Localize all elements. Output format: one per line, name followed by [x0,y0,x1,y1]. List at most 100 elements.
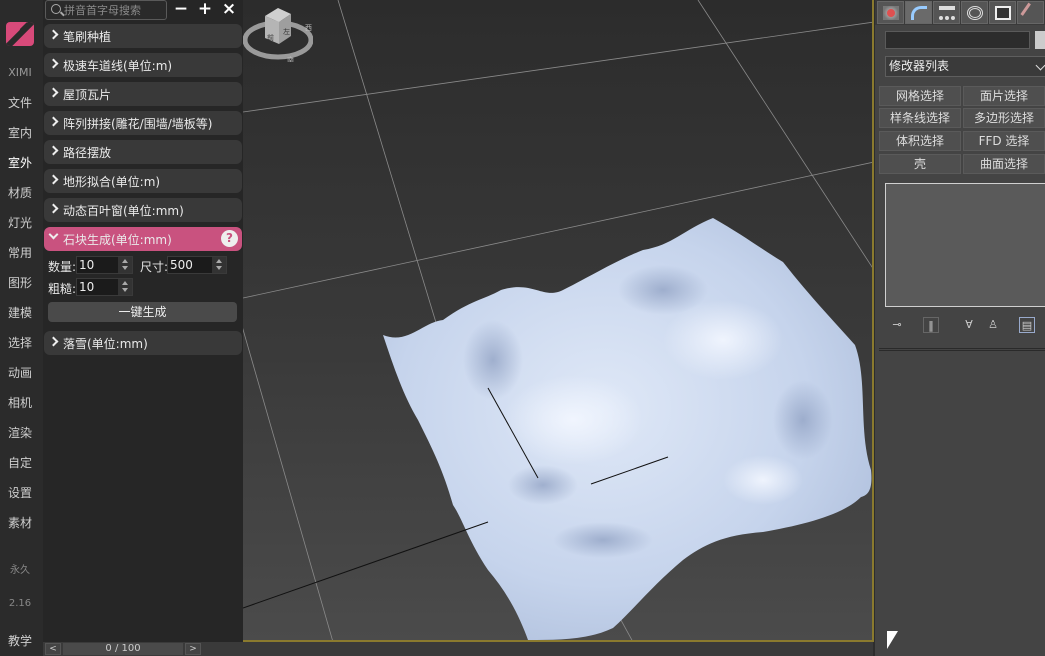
next-frame-button[interactable]: > [185,643,201,655]
stack-toolbar: ⊸ ‖ ∀ ♙ ▤ [885,315,1045,335]
viewcube-label-left[interactable]: 左 [283,27,290,36]
viewcube-label-west[interactable]: 西 [305,24,312,32]
category-dynamic-blinds[interactable]: 动态百叶窗(单位:mm) [44,198,242,222]
chevron-right-icon [48,203,59,214]
volume-select-button[interactable]: 体积选择 [879,131,961,151]
count-input[interactable] [79,258,119,272]
nav-list: 文件 室内 室外 材质 灯光 常用 图形 建模 选择 动画 相机 渲染 自定 设… [0,92,40,542]
chevron-right-icon [48,87,59,98]
nav-item-camera[interactable]: 相机 [0,392,40,422]
size-stepper[interactable] [167,256,227,274]
roughness-label: 粗糙: [48,282,77,296]
category-brush-planting[interactable]: 笔刷种植 [44,24,242,48]
viewcube[interactable]: 前 左 南 西 [243,0,313,62]
hierarchy-icon [939,6,955,20]
modifier-list-dropdown[interactable]: 修改器列表 [885,56,1045,77]
count-stepper[interactable] [76,256,133,274]
tab-modify[interactable] [905,1,932,24]
object-name-field[interactable] [885,31,1030,49]
category-terrain-fitting[interactable]: 地形拟合(单位:m) [44,169,242,193]
nav-item-light[interactable]: 灯光 [0,212,40,242]
shell-button[interactable]: 壳 [879,154,961,174]
plugin-panel: − + × 笔刷种植 极速车道线(单位:m) 屋顶瓦片 阵列拼接(雕花/围墙/墙… [43,0,243,642]
category-snowfall[interactable]: 落雪(单位:mm) [44,331,242,355]
surface-select-button[interactable]: 曲面选择 [963,154,1045,174]
stepper-arrows[interactable] [212,257,226,273]
stepper-arrows[interactable] [118,257,132,273]
search-input[interactable] [64,2,164,18]
show-end-result-icon[interactable]: ‖ [923,317,939,333]
left-nav: XIMI 文件 室内 室外 材质 灯光 常用 图形 建模 选择 动画 相机 渲染… [0,0,43,656]
app-window: XIMI 文件 室内 室外 材质 灯光 常用 图形 建模 选择 动画 相机 渲染… [0,0,1045,656]
category-array-tiling[interactable]: 阵列拼接(雕花/围墙/墙板等) [44,111,242,135]
nav-item-assets[interactable]: 素材 [0,512,40,542]
configure-sets-icon[interactable]: ▤ [1019,317,1035,333]
ffd-select-button[interactable]: FFD 选择 [963,131,1045,151]
pin-stack-icon[interactable]: ⊸ [889,317,905,333]
nav-item-render[interactable]: 渲染 [0,422,40,452]
nav-item-modeling[interactable]: 建模 [0,302,40,332]
viewcube-label-front[interactable]: 前 [267,33,274,42]
nav-item-tutorial[interactable]: 教学 [0,632,40,649]
poly-select-button[interactable]: 多边形选择 [963,108,1045,128]
nav-item-select[interactable]: 选择 [0,332,40,362]
down-arrow-icon[interactable] [216,266,222,270]
nav-item-shape[interactable]: 图形 [0,272,40,302]
down-arrow-icon[interactable] [122,266,128,270]
modifier-list-label: 修改器列表 [889,59,950,73]
mesh-select-button[interactable]: 网格选择 [879,86,961,106]
tab-utilities[interactable] [1017,1,1044,24]
prev-frame-button[interactable]: < [45,643,61,655]
time-slider[interactable]: < 0 / 100 > [43,642,873,656]
terrain-shadow [463,320,523,400]
down-arrow-icon[interactable] [122,288,128,292]
size-label: 尺寸: [140,260,169,274]
brand-label: XIMI [8,66,32,79]
nav-item-exterior[interactable]: 室外 [0,152,40,182]
roughness-input[interactable] [79,280,119,294]
terrain-shadow [553,522,653,558]
remove-modifier-icon[interactable]: ♙ [985,317,1001,333]
up-arrow-icon[interactable] [122,281,128,285]
nav-item-common[interactable]: 常用 [0,242,40,272]
nav-item-interior[interactable]: 室内 [0,122,40,152]
help-icon[interactable]: ? [221,230,238,247]
category-lane-lines[interactable]: 极速车道线(单位:m) [44,53,242,77]
expand-button[interactable]: + [194,0,216,20]
roughness-stepper[interactable] [76,278,133,296]
divider [879,348,1045,351]
up-arrow-icon[interactable] [122,259,128,263]
collapse-button[interactable]: − [170,0,192,20]
generate-button[interactable]: 一键生成 [48,302,237,322]
nav-item-animation[interactable]: 动画 [0,362,40,392]
up-arrow-icon[interactable] [216,259,222,263]
tab-hierarchy[interactable] [933,1,960,24]
object-color-swatch[interactable] [1035,31,1045,49]
size-input[interactable] [170,258,210,272]
frame-counter[interactable]: 0 / 100 [63,643,183,655]
category-path-placement[interactable]: 路径摆放 [44,140,242,164]
category-stone-generation[interactable]: 石块生成(单位:mm) ? [44,227,242,251]
perspective-viewport[interactable]: 前 左 南 西 [243,0,874,642]
nav-item-settings[interactable]: 设置 [0,482,40,512]
nav-item-custom[interactable]: 自定 [0,452,40,482]
tab-display[interactable] [989,1,1016,24]
patch-select-button[interactable]: 面片选择 [963,86,1045,106]
nav-item-material[interactable]: 材质 [0,182,40,212]
modifier-stack[interactable] [885,183,1045,307]
utilities-icon [1020,2,1042,24]
tab-motion[interactable] [961,1,988,24]
create-icon [883,6,899,20]
spline-select-button[interactable]: 样条线选择 [879,108,961,128]
terrain-highlight [723,455,803,505]
category-roof-tiles[interactable]: 屋顶瓦片 [44,82,242,106]
ximi-logo-icon[interactable] [6,22,34,46]
stepper-arrows[interactable] [118,279,132,295]
chevron-down-icon [48,229,59,240]
make-unique-icon[interactable]: ∀ [961,317,977,333]
close-button[interactable]: × [218,0,240,20]
viewcube-label-south[interactable]: 南 [287,55,294,62]
tab-create[interactable] [877,1,904,24]
nav-item-file[interactable]: 文件 [0,92,40,122]
search-box[interactable] [45,0,167,20]
